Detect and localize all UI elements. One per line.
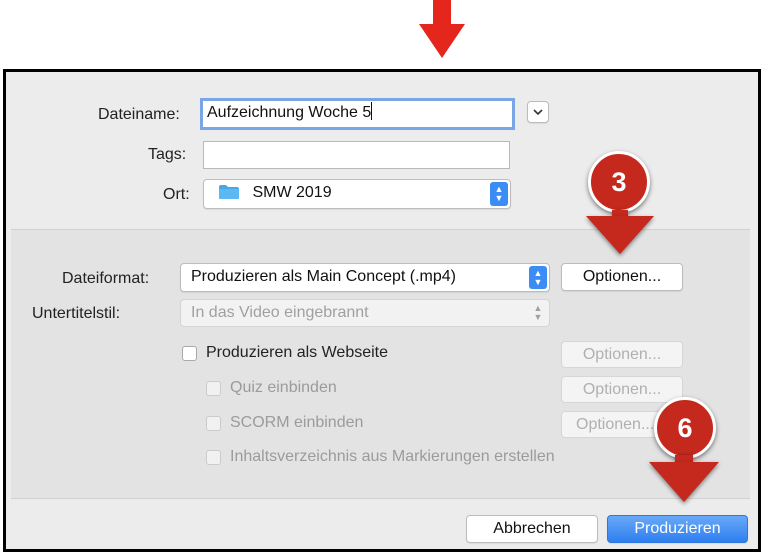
top-arrow-shaft xyxy=(433,0,451,26)
chevron-down-icon xyxy=(533,109,543,116)
down-arrow-icon xyxy=(649,462,719,502)
subtitle-style-popup[interactable]: In das Video eingebrannt ▲ ▼ xyxy=(180,299,550,327)
toc-checkbox[interactable] xyxy=(206,450,221,465)
annotation-marker-6: 6 xyxy=(654,397,716,459)
web-page-label: Produzieren als Webseite xyxy=(206,344,389,361)
web-page-checkbox[interactable] xyxy=(182,346,197,361)
location-value: SMW 2019 xyxy=(252,184,332,201)
location-popup[interactable]: SMW 2019 ▲ ▼ xyxy=(203,179,511,209)
file-format-popup[interactable]: Produzieren als Main Concept (.mp4) ▲ ▼ xyxy=(180,263,550,292)
location-label: Ort: xyxy=(163,186,190,203)
web-page-options-button[interactable]: Optionen... xyxy=(561,341,683,368)
file-format-value: Produzieren als Main Concept (.mp4) xyxy=(191,268,457,285)
annotation-marker-3: 3 xyxy=(588,151,650,213)
updown-chevron-icon: ▲ ▼ xyxy=(533,303,543,322)
tags-field[interactable] xyxy=(203,141,510,169)
produce-button[interactable]: Produzieren xyxy=(607,515,748,543)
updown-chevron-icon: ▲ ▼ xyxy=(529,266,547,289)
updown-chevron-icon: ▲ ▼ xyxy=(490,182,508,206)
scorm-checkbox[interactable] xyxy=(206,416,221,431)
down-arrow-icon xyxy=(419,24,465,58)
tags-label: Tags: xyxy=(148,146,187,163)
toc-label: Inhaltsverzeichnis aus Markierungen erst… xyxy=(230,448,555,465)
scorm-label: SCORM einbinden xyxy=(230,414,364,431)
quiz-options-button[interactable]: Optionen... xyxy=(561,376,683,403)
text-cursor xyxy=(371,102,373,120)
cancel-button[interactable]: Abbrechen xyxy=(466,515,598,543)
down-arrow-icon xyxy=(586,216,654,254)
file-format-label: Dateiformat: xyxy=(62,270,150,287)
filename-label: Dateiname: xyxy=(98,106,180,123)
subtitle-style-label: Untertitelstil: xyxy=(32,305,121,322)
quiz-checkbox[interactable] xyxy=(206,381,221,396)
filename-field[interactable]: Aufzeichnung Woche 5 xyxy=(200,98,515,130)
format-options-button[interactable]: Optionen... xyxy=(561,263,683,291)
folder-icon xyxy=(219,185,239,199)
quiz-label: Quiz einbinden xyxy=(230,379,337,396)
subtitle-style-value: In das Video eingebrannt xyxy=(191,304,369,321)
expand-dialog-button[interactable] xyxy=(527,101,549,123)
filename-value: Aufzeichnung Woche 5 xyxy=(207,104,372,121)
